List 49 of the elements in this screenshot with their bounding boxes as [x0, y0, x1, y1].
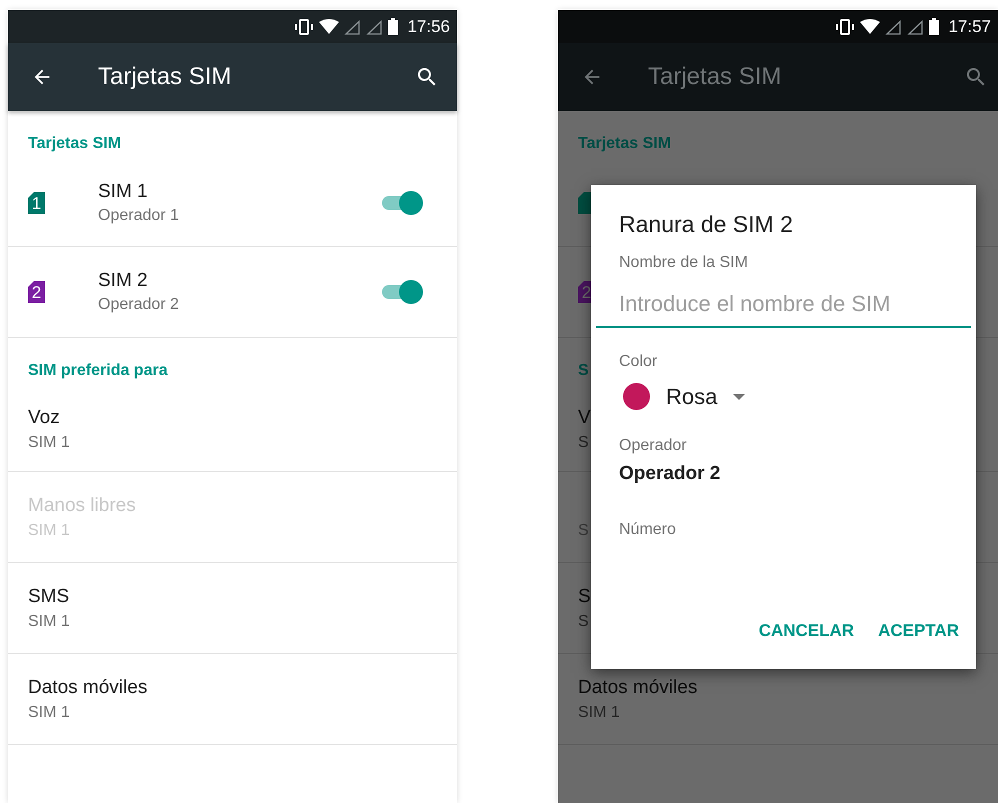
dialog-button[interactable]: ACEPTAR	[869, 613, 968, 649]
section-header: Tarjetas SIM	[578, 135, 672, 153]
wifi-icon	[319, 18, 340, 34]
status-time: 17:57	[948, 16, 991, 36]
signal-icon	[366, 18, 384, 34]
screen-title: Tarjetas SIM	[98, 63, 232, 91]
sim-name-input-field[interactable]: Introduce el nombre de SIM	[596, 291, 971, 328]
section-header: SIM preferida para	[28, 362, 168, 380]
preference-value: S	[578, 434, 589, 452]
wifi-icon	[860, 18, 880, 34]
battery-icon	[929, 18, 940, 35]
sim-card-icon: 2	[28, 281, 45, 303]
sim-card-icon: 1	[28, 192, 45, 214]
preference-title: V	[578, 406, 591, 428]
screen-title: Tarjetas SIM	[648, 63, 782, 91]
preference-title: SMS	[28, 586, 70, 608]
preference-title: Voz	[28, 406, 60, 428]
preference-value: SIM 1	[28, 434, 70, 452]
preference-title: Datos móviles	[28, 676, 148, 698]
section-header: S	[578, 362, 589, 380]
preference-title: S	[578, 586, 591, 608]
preference-title: Datos móviles	[578, 676, 698, 698]
signal-icon	[344, 18, 362, 34]
sim-name: SIM 2	[98, 270, 148, 292]
toggle-switch[interactable]	[382, 191, 423, 215]
preference-value: SIM 1	[28, 612, 70, 630]
field-label: Operador	[619, 437, 687, 455]
sim-operator: Operador 1	[98, 207, 179, 225]
sim-operator: Operador 2	[98, 296, 179, 314]
preference-value: SIM 1	[28, 704, 70, 722]
dialog-button[interactable]: CANCELAR	[750, 613, 864, 649]
field-label: Nombre de la SIM	[619, 254, 748, 272]
battery-icon	[388, 18, 398, 35]
vibrate-icon	[835, 18, 856, 34]
color-dropdown[interactable]: Rosa	[623, 383, 746, 410]
vibrate-icon	[294, 18, 314, 34]
signal-icon	[907, 18, 924, 34]
signal-icon	[885, 18, 902, 34]
field-label: Color	[619, 353, 658, 371]
preference-value: S	[578, 612, 589, 630]
section-header: Tarjetas SIM	[28, 135, 122, 153]
operator-value: Operador 2	[619, 463, 720, 485]
toggle-switch[interactable]	[382, 280, 423, 304]
sim-name: SIM 1	[98, 181, 148, 203]
preference-value: SIM 1	[578, 704, 620, 722]
status-time: 17:56	[407, 16, 450, 36]
dialog-title: Ranura de SIM 2	[619, 211, 793, 238]
caret-icon	[733, 394, 746, 400]
field-label: Número	[619, 521, 676, 539]
